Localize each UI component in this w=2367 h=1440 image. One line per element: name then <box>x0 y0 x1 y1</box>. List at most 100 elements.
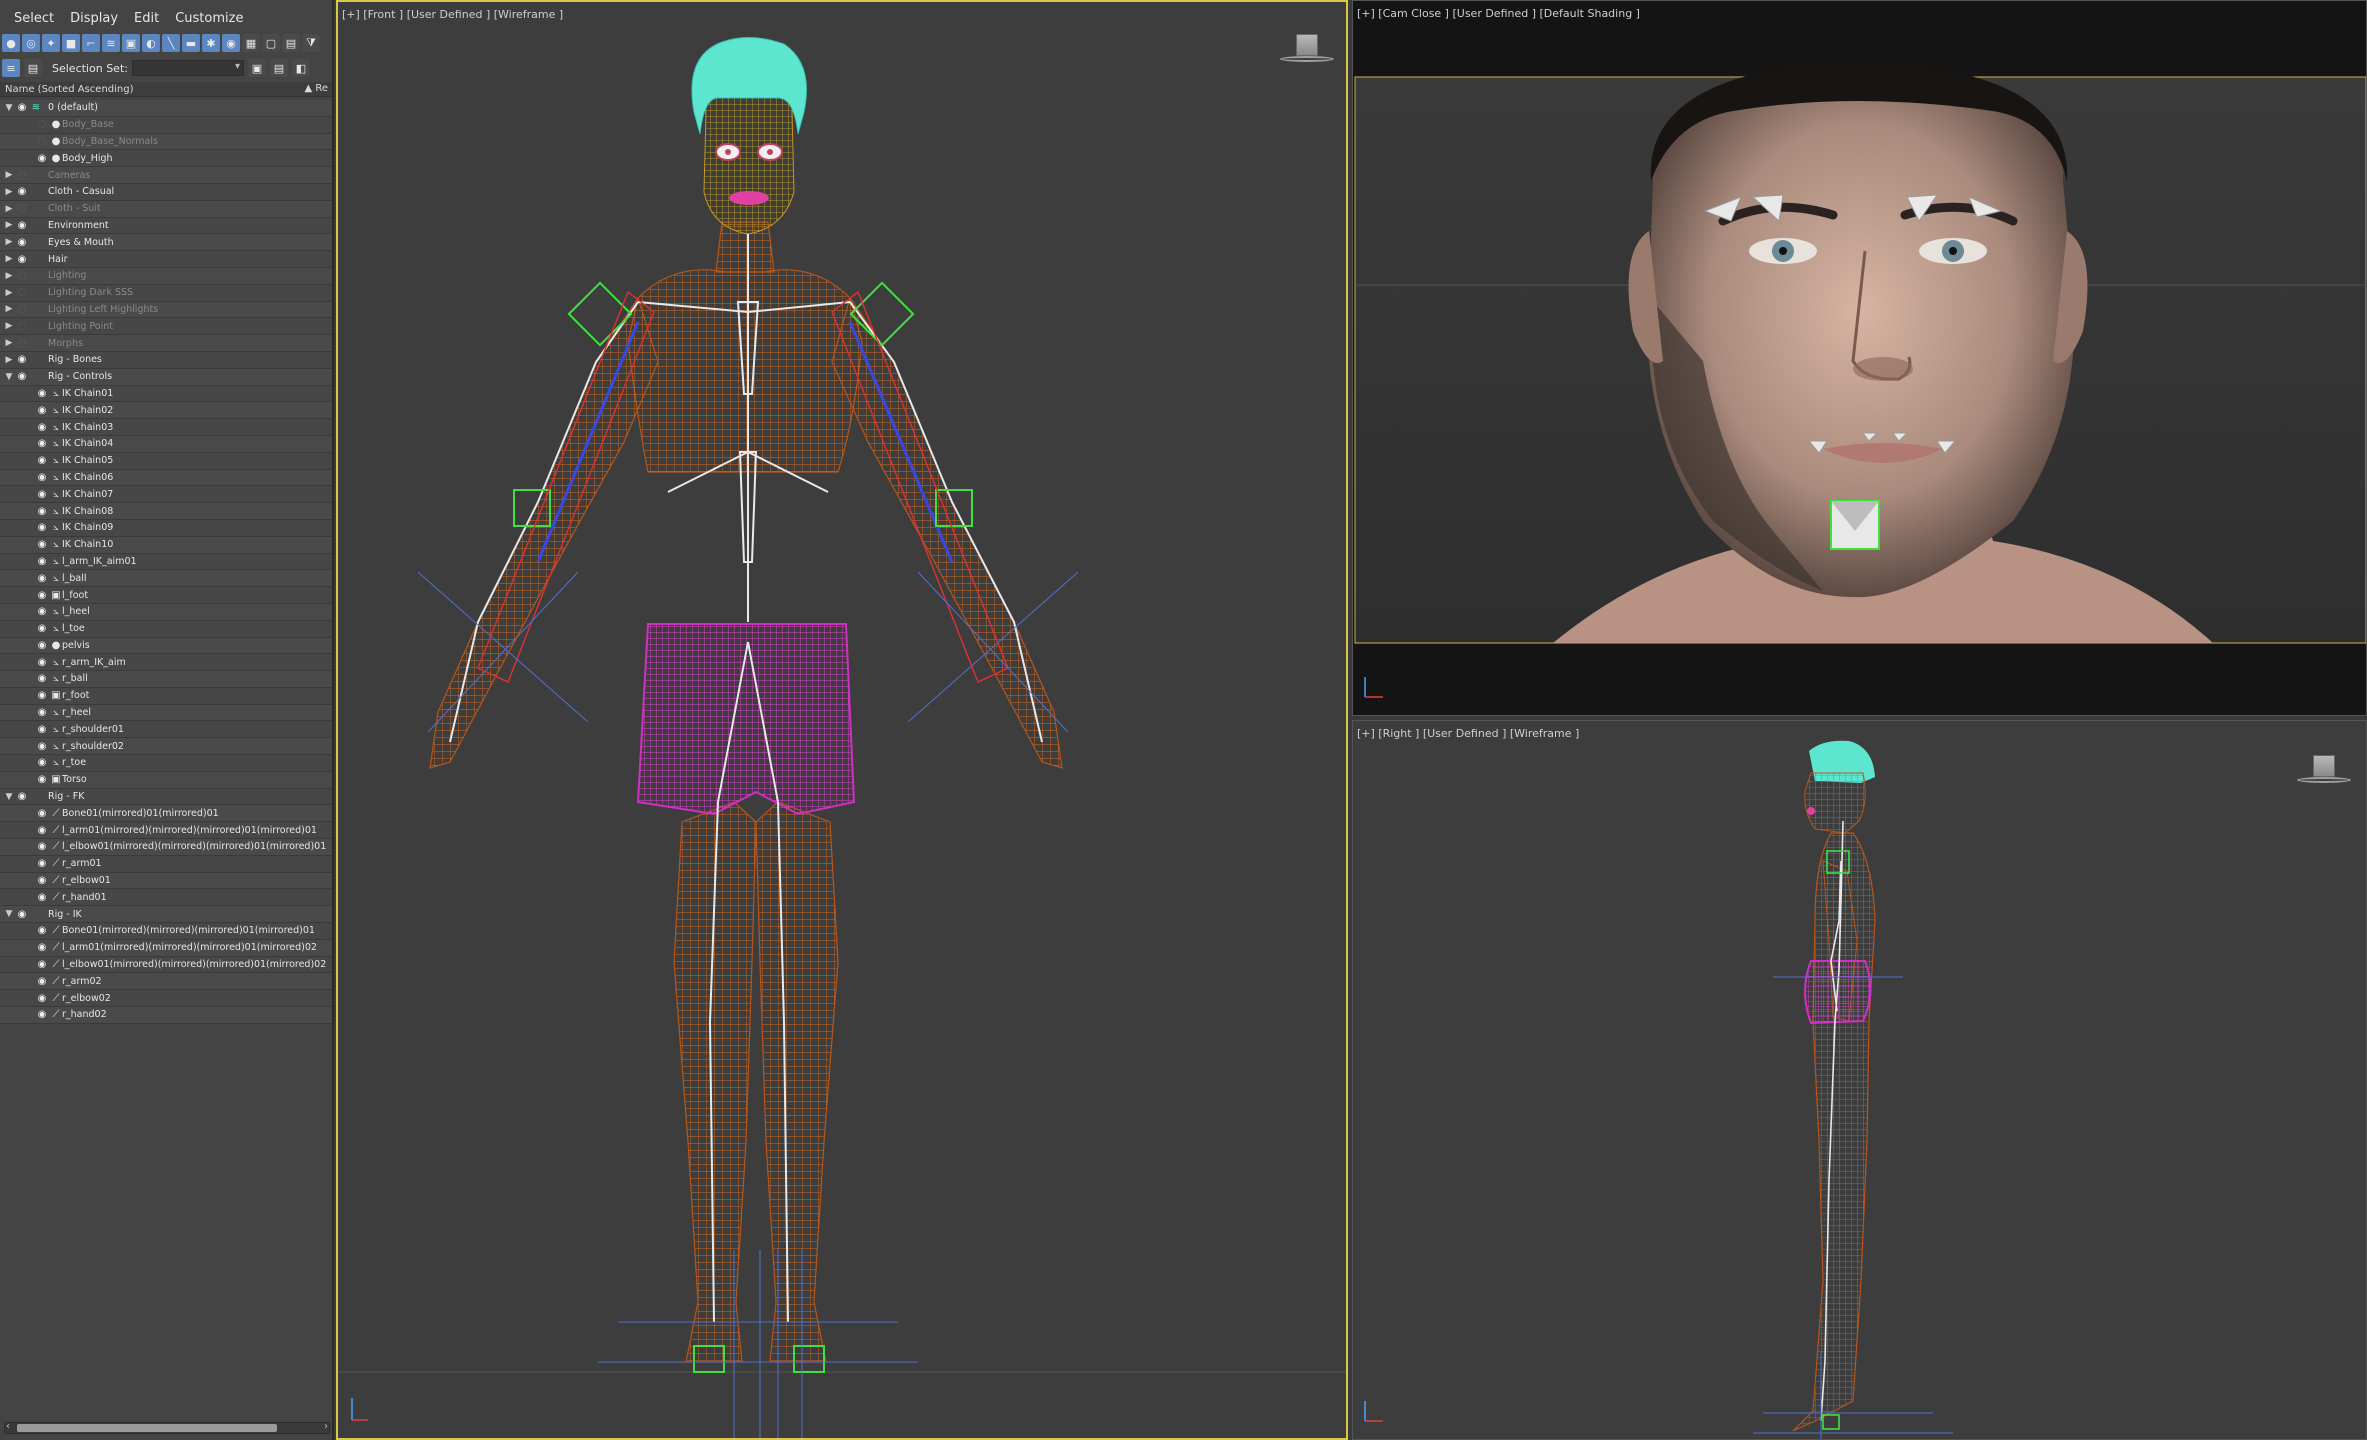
layer-row[interactable]: ▼ ◉ Rig - FK <box>0 788 332 806</box>
layer-row[interactable]: ▼ ◉ Rig - Controls <box>0 368 332 386</box>
layer-row[interactable]: ◉ ⦣ IK Chain05 <box>0 452 332 470</box>
visibility-eye-icon[interactable]: ◉ <box>16 354 28 365</box>
expand-arrow-icon[interactable]: ▶ <box>4 187 14 197</box>
layer-row[interactable]: ▶ ◌ Lighting <box>0 267 332 285</box>
edit-set-icon[interactable]: ▤ <box>269 59 288 77</box>
horizontal-scrollbar[interactable]: ‹ › <box>4 1421 330 1434</box>
visibility-eye-icon[interactable]: ◉ <box>16 102 28 113</box>
visibility-eye-icon[interactable]: ◉ <box>36 690 48 701</box>
expand-arrow-icon[interactable]: ▶ <box>4 254 14 264</box>
visibility-eye-icon[interactable]: ◉ <box>36 841 48 852</box>
expand-arrow-icon[interactable]: ▶ <box>4 338 14 348</box>
xrefs-filter-icon[interactable]: ◐ <box>142 34 160 52</box>
geometry-filter-icon[interactable]: ● <box>2 34 20 52</box>
set-options-icon[interactable]: ◧ <box>291 59 310 77</box>
layer-row[interactable]: ◉ ⦣ l_toe <box>0 620 332 638</box>
selection-set-dropdown[interactable] <box>131 60 244 76</box>
visibility-eye-icon[interactable]: ◉ <box>36 741 48 752</box>
layer-row[interactable]: ◉ ⦣ IK Chain07 <box>0 486 332 504</box>
layer-row[interactable]: ◉ ⟋ Bone01(mirrored)01(mirrored)01 <box>0 805 332 823</box>
layer-row[interactable]: ▶ ◌ Cameras <box>0 167 332 184</box>
helpers-filter-icon[interactable]: ⌐ <box>82 34 100 52</box>
layer-row[interactable]: ◉ ⦣ r_shoulder01 <box>0 721 332 739</box>
layer-row[interactable]: ▶ ◉ Cloth - Casual <box>0 183 332 201</box>
expand-arrow-icon[interactable]: ▶ <box>4 237 14 247</box>
invert-display-icon[interactable]: ▤ <box>282 34 300 52</box>
visibility-eye-icon[interactable]: ◉ <box>36 808 48 819</box>
layer-row[interactable]: ◉ ⦣ l_arm_IK_aim01 <box>0 553 332 571</box>
visibility-eye-icon[interactable]: ◉ <box>36 522 48 533</box>
layer-row[interactable]: ◉ ⟋ l_arm01(mirrored)(mirrored)(mirrored)0… <box>0 822 332 840</box>
expand-arrow-icon[interactable]: ▶ <box>4 355 14 365</box>
layer-row[interactable]: ◉ ⦣ IK Chain01 <box>0 385 332 403</box>
display-all-icon[interactable]: ▦ <box>242 34 260 52</box>
visibility-eye-icon[interactable]: ◉ <box>16 791 28 802</box>
scroll-left-icon[interactable]: ‹ <box>6 1421 10 1432</box>
visibility-eye-icon[interactable]: ◌ <box>16 203 28 214</box>
visibility-eye-icon[interactable]: ◉ <box>36 1009 48 1020</box>
layer-row[interactable]: ◉ ⦣ r_shoulder02 <box>0 738 332 756</box>
layer-row[interactable]: ◌ ● Body_Base <box>0 116 332 134</box>
menu-select[interactable]: Select <box>6 8 62 32</box>
visibility-eye-icon[interactable]: ◉ <box>16 371 28 382</box>
layer-row[interactable]: ◉ ⟋ r_arm01 <box>0 855 332 873</box>
spacewarps-filter-icon[interactable]: ≋ <box>102 34 120 52</box>
visibility-eye-icon[interactable]: ◉ <box>16 909 28 920</box>
visibility-eye-icon[interactable]: ◉ <box>16 254 28 265</box>
layer-row[interactable]: ◉ ⦣ IK Chain09 <box>0 519 332 537</box>
visibility-eye-icon[interactable]: ◉ <box>36 438 48 449</box>
layer-row[interactable]: ◉ ⦣ IK Chain04 <box>0 435 332 453</box>
menu-edit[interactable]: Edit <box>126 8 167 32</box>
layer-row[interactable]: ◉ ⟋ r_hand01 <box>0 889 332 907</box>
layer-row[interactable]: ◉ ⦣ l_heel <box>0 603 332 621</box>
visibility-eye-icon[interactable]: ◌ <box>16 321 28 332</box>
visibility-eye-icon[interactable]: ◉ <box>36 623 48 634</box>
layer-row[interactable]: ◉ ⟋ r_elbow01 <box>0 872 332 890</box>
layer-row[interactable]: ◉ ● Body_High <box>0 150 332 168</box>
scrollbar-thumb[interactable] <box>17 1424 277 1432</box>
lights-filter-icon[interactable]: ✦ <box>42 34 60 52</box>
visibility-eye-icon[interactable]: ◉ <box>36 707 48 718</box>
visibility-eye-icon[interactable]: ◉ <box>36 455 48 466</box>
layer-row[interactable]: ◉ ⟋ r_elbow02 <box>0 990 332 1008</box>
layer-row[interactable]: ◉ ⟋ Bone01(mirrored)(mirrored)(mirrored)01… <box>0 923 332 940</box>
layer-row[interactable]: ▶ ◌ Cloth - Suit <box>0 200 332 218</box>
collapse-arrow-icon[interactable]: ▼ <box>4 792 14 802</box>
visibility-eye-icon[interactable]: ◉ <box>36 640 48 651</box>
collapse-arrow-icon[interactable]: ▼ <box>4 909 14 919</box>
layer-row[interactable]: ◉ ⟋ r_arm02 <box>0 973 332 991</box>
visibility-eye-icon[interactable]: ◌ <box>16 170 28 181</box>
visibility-eye-icon[interactable]: ◉ <box>36 657 48 668</box>
visibility-eye-icon[interactable]: ◉ <box>36 388 48 399</box>
visibility-eye-icon[interactable]: ◉ <box>36 472 48 483</box>
shapes-filter-icon[interactable]: ◎ <box>22 34 40 52</box>
visibility-eye-icon[interactable]: ◉ <box>36 556 48 567</box>
collapse-arrow-icon[interactable]: ▼ <box>4 103 14 113</box>
layer-row[interactable]: ▶ ◉ Rig - Bones <box>0 351 332 369</box>
visibility-eye-icon[interactable]: ◉ <box>36 825 48 836</box>
scroll-right-icon[interactable]: › <box>324 1421 328 1432</box>
visibility-eye-icon[interactable]: ◌ <box>16 338 28 349</box>
containers-filter-icon[interactable]: ▬ <box>182 34 200 52</box>
expand-arrow-icon[interactable]: ▶ <box>4 204 14 214</box>
visibility-eye-icon[interactable]: ◉ <box>16 186 28 197</box>
layer-row[interactable]: ◉ ⟋ l_elbow01(mirrored)(mirrored)(mirrored… <box>0 956 332 974</box>
expand-arrow-icon[interactable]: ▶ <box>4 321 14 331</box>
visibility-eye-icon[interactable]: ◉ <box>36 959 48 970</box>
layer-row[interactable]: ▶ ◉ Eyes & Mouth <box>0 234 332 252</box>
visibility-eye-icon[interactable]: ◌ <box>16 304 28 315</box>
expand-arrow-icon[interactable]: ▶ <box>4 271 14 281</box>
visibility-eye-icon[interactable]: ◌ <box>16 270 28 281</box>
layer-explorer-icon[interactable]: ≡ <box>2 59 20 77</box>
visibility-eye-icon[interactable]: ◉ <box>36 724 48 735</box>
hidden-filter-icon[interactable]: ◉ <box>222 34 240 52</box>
layer-row[interactable]: ▶ ◉ Hair <box>0 251 332 268</box>
visibility-eye-icon[interactable]: ◉ <box>16 237 28 248</box>
create-set-icon[interactable]: ▣ <box>247 59 266 77</box>
collapse-arrow-icon[interactable]: ▼ <box>4 372 14 382</box>
visibility-eye-icon[interactable]: ◉ <box>36 590 48 601</box>
visibility-eye-icon[interactable]: ◉ <box>36 673 48 684</box>
visibility-eye-icon[interactable]: ◉ <box>36 774 48 785</box>
bones-filter-icon[interactable]: ╲ <box>162 34 180 52</box>
layer-row[interactable]: ◉ ⟋ l_arm01(mirrored)(mirrored)(mirrored)0… <box>0 939 332 957</box>
